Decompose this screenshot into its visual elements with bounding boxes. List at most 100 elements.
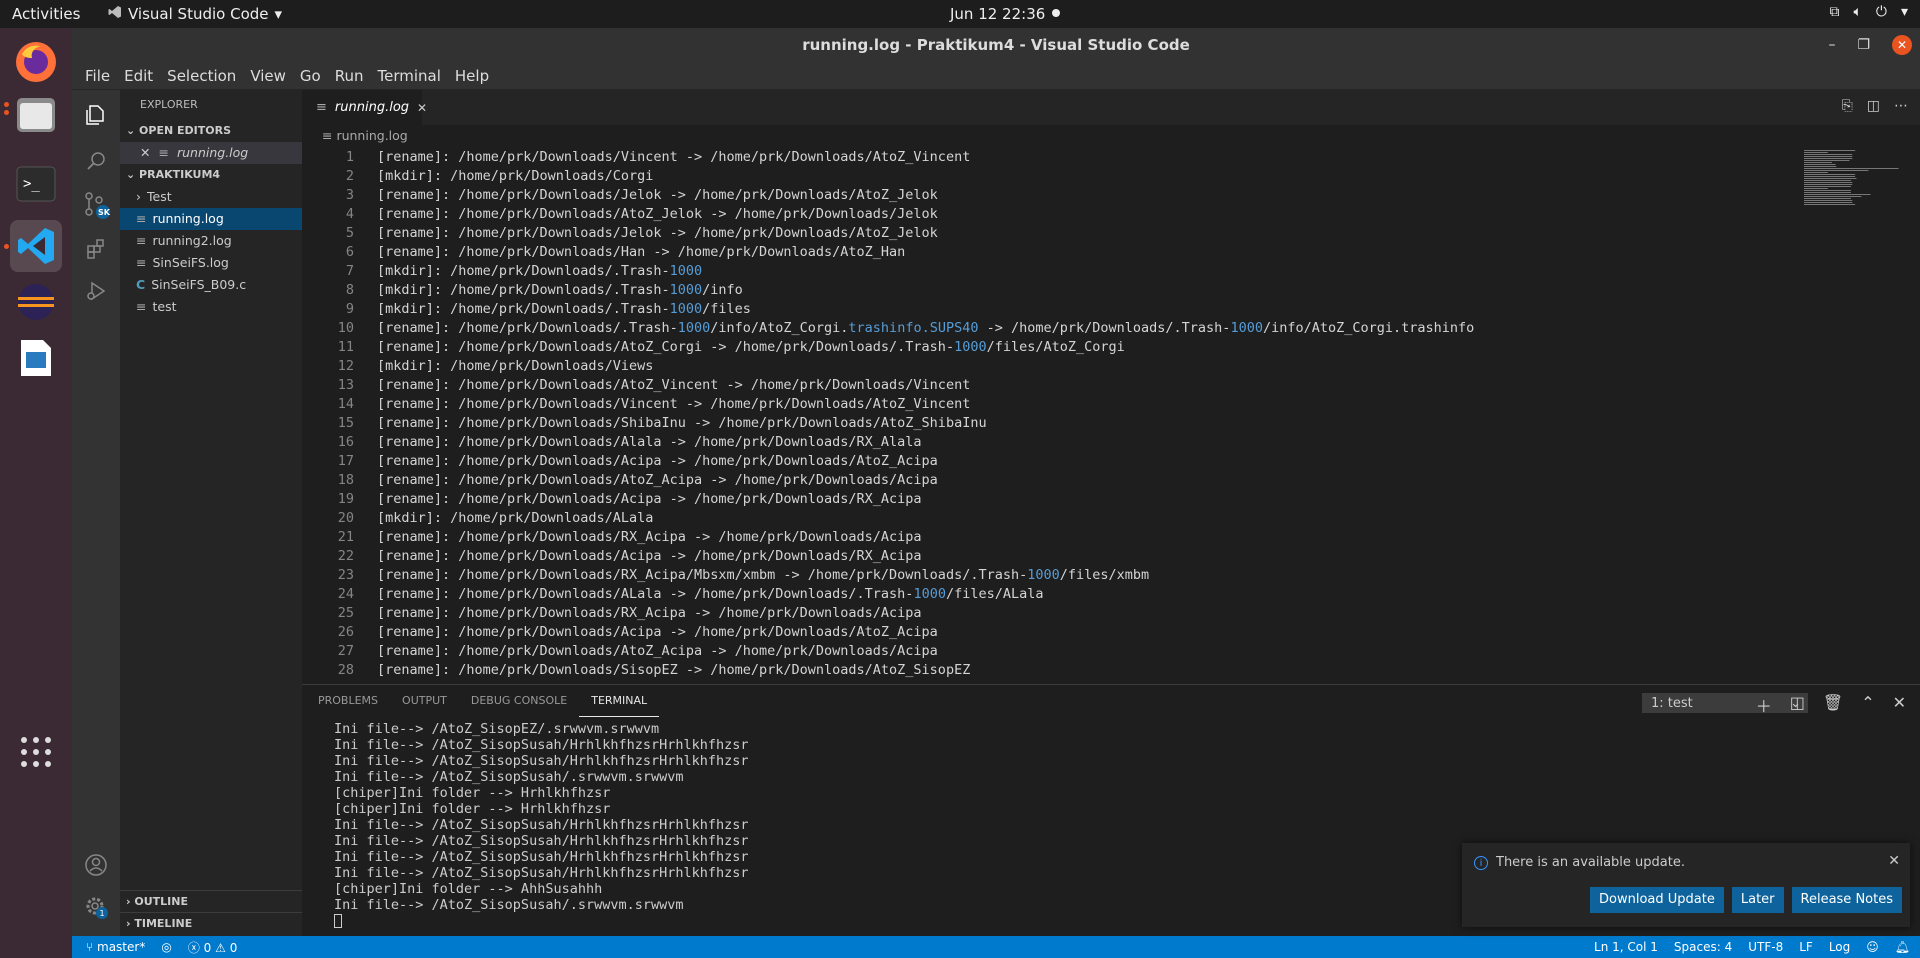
open-changes-icon[interactable]: ⎘	[1842, 98, 1853, 114]
tab-running-log[interactable]: ≡ running.log ✕	[302, 90, 427, 125]
code-line[interactable]: 6 [rename]: /home/prk/Downloads/Han -> /h…	[302, 243, 1882, 262]
menu-run[interactable]: Run	[328, 67, 371, 85]
code-line[interactable]: 17 [rename]: /home/prk/Downloads/Acipa ->…	[302, 452, 1882, 471]
code-line[interactable]: 2 [mkdir]: /home/prk/Downloads/Corgi	[302, 167, 1882, 186]
project-section[interactable]: ⌄ PRAKTIKUM4	[120, 164, 302, 186]
code-line[interactable]: 27 [rename]: /home/prk/Downloads/AtoZ_Aci…	[302, 642, 1882, 661]
code-area[interactable]: 1 [rename]: /home/prk/Downloads/Vincent -…	[302, 148, 1882, 678]
clock[interactable]: Jun 12 22:36	[950, 5, 1045, 23]
later-button[interactable]: Later	[1731, 887, 1784, 913]
code-line[interactable]: 11 [rename]: /home/prk/Downloads/AtoZ_Cor…	[302, 338, 1882, 357]
cursor-position[interactable]: Ln 1, Col 1	[1594, 940, 1658, 954]
file-item[interactable]: ≡ SinSeiFS.log	[120, 252, 302, 274]
menu-file[interactable]: File	[78, 67, 117, 85]
close-icon[interactable]: ✕	[140, 142, 150, 164]
system-tray[interactable]: ⧉ 🔈︎ ⏻ ▾	[1829, 4, 1908, 20]
close-icon[interactable]: ✕	[417, 101, 427, 115]
code-line[interactable]: 10 [rename]: /home/prk/Downloads/.Trash-1…	[302, 319, 1882, 338]
code-line[interactable]: 5 [rename]: /home/prk/Downloads/Jelok -> …	[302, 224, 1882, 243]
terminal-launcher[interactable]: >_	[10, 158, 62, 210]
tab-debug-console[interactable]: DEBUG CONSOLE	[459, 685, 579, 717]
search-icon[interactable]	[81, 146, 111, 176]
code-line[interactable]: 28 [rename]: /home/prk/Downloads/SisopEZ …	[302, 661, 1882, 680]
accounts-icon[interactable]	[81, 850, 111, 880]
code-line[interactable]: 7 [mkdir]: /home/prk/Downloads/.Trash-100…	[302, 262, 1882, 281]
code-line[interactable]: 26 [rename]: /home/prk/Downloads/Acipa ->…	[302, 623, 1882, 642]
terminal-cursor-line[interactable]	[334, 913, 749, 929]
close-icon[interactable]: ✕	[1888, 853, 1900, 869]
terminal-output[interactable]: Ini file--> /AtoZ_SisopEZ/.srwwvm.srwwvm…	[334, 721, 749, 929]
more-actions-icon[interactable]: ⋯	[1894, 98, 1908, 114]
file-item[interactable]: ≡ running2.log	[120, 230, 302, 252]
code-line[interactable]: 3 [rename]: /home/prk/Downloads/Jelok -> …	[302, 186, 1882, 205]
release-notes-button[interactable]: Release Notes	[1791, 887, 1902, 913]
eclipse-launcher[interactable]	[10, 276, 62, 328]
activities-button[interactable]: Activities	[12, 5, 80, 23]
code-line[interactable]: 8 [mkdir]: /home/prk/Downloads/.Trash-100…	[302, 281, 1882, 300]
breadcrumb[interactable]: ≡ running.log	[302, 125, 1920, 147]
show-applications-button[interactable]	[10, 726, 62, 778]
volume-icon[interactable]: 🔈︎	[1853, 4, 1861, 20]
encoding[interactable]: UTF-8	[1748, 940, 1783, 954]
code-line[interactable]: 12 [mkdir]: /home/prk/Downloads/Views	[302, 357, 1882, 376]
code-line[interactable]: 18 [rename]: /home/prk/Downloads/AtoZ_Aci…	[302, 471, 1882, 490]
menu-selection[interactable]: Selection	[160, 67, 243, 85]
code-line[interactable]: 20 [mkdir]: /home/prk/Downloads/ALala	[302, 509, 1882, 528]
firefox-launcher[interactable]	[10, 36, 62, 88]
window-titlebar[interactable]: running.log - Praktikum4 - Visual Studio…	[72, 28, 1920, 62]
close-icon[interactable]: ✕	[1892, 35, 1912, 55]
explorer-icon[interactable]	[81, 100, 111, 130]
live-share-icon[interactable]: ◎	[161, 940, 171, 954]
code-line[interactable]: 14 [rename]: /home/prk/Downloads/Vincent …	[302, 395, 1882, 414]
tab-problems[interactable]: PROBLEMS	[306, 685, 390, 717]
end-of-line[interactable]: LF	[1799, 940, 1813, 954]
restore-icon[interactable]: ❐	[1857, 28, 1870, 62]
code-line[interactable]: 23 [rename]: /home/prk/Downloads/RX_Acipa…	[302, 566, 1882, 585]
download-update-button[interactable]: Download Update	[1590, 887, 1724, 913]
extensions-icon[interactable]	[81, 234, 111, 264]
code-line[interactable]: 1 [rename]: /home/prk/Downloads/Vincent -…	[302, 148, 1882, 167]
feedback-icon[interactable]: ☺	[1866, 940, 1879, 954]
files-launcher[interactable]	[4, 88, 62, 140]
settings-gear-icon[interactable]: 1	[81, 892, 111, 922]
power-icon[interactable]: ⏻	[1876, 4, 1887, 20]
split-terminal-icon[interactable]: ◫	[1790, 693, 1805, 717]
tab-terminal[interactable]: TERMINAL	[579, 685, 660, 717]
code-line[interactable]: 21 [rename]: /home/prk/Downloads/RX_Acipa…	[302, 528, 1882, 547]
code-line[interactable]: 9 [mkdir]: /home/prk/Downloads/.Trash-100…	[302, 300, 1882, 319]
minimize-icon[interactable]: –	[1828, 28, 1835, 62]
open-editors-section[interactable]: ⌄ OPEN EDITORS	[120, 120, 302, 142]
file-item[interactable]: ≡ test	[120, 296, 302, 318]
code-line[interactable]: 13 [rename]: /home/prk/Downloads/AtoZ_Vin…	[302, 376, 1882, 395]
code-line[interactable]: 15 [rename]: /home/prk/Downloads/ShibaInu…	[302, 414, 1882, 433]
network-icon[interactable]: ⧉	[1829, 4, 1839, 20]
menu-terminal[interactable]: Terminal	[371, 67, 448, 85]
code-line[interactable]: 24 [rename]: /home/prk/Downloads/ALala ->…	[302, 585, 1882, 604]
open-editor-item[interactable]: ✕ ≡ running.log	[120, 142, 302, 164]
file-item[interactable]: C SinSeiFS_B09.c	[120, 274, 302, 296]
code-line[interactable]: 16 [rename]: /home/prk/Downloads/Alala ->…	[302, 433, 1882, 452]
maximize-panel-icon[interactable]: ⌃	[1861, 693, 1874, 717]
code-line[interactable]: 22 [rename]: /home/prk/Downloads/Acipa ->…	[302, 547, 1882, 566]
menu-go[interactable]: Go	[293, 67, 328, 85]
code-line[interactable]: 19 [rename]: /home/prk/Downloads/Acipa ->…	[302, 490, 1882, 509]
indentation[interactable]: Spaces: 4	[1674, 940, 1732, 954]
close-panel-icon[interactable]: ✕	[1893, 693, 1906, 717]
trash-icon[interactable]: 🗑︎	[1823, 693, 1843, 717]
new-terminal-icon[interactable]: ＋	[1756, 693, 1772, 717]
tab-output[interactable]: OUTPUT	[390, 685, 459, 717]
menu-view[interactable]: View	[243, 67, 293, 85]
app-menu[interactable]: Visual Studio Code ▾	[108, 5, 282, 23]
run-debug-icon[interactable]	[81, 276, 111, 306]
branch-indicator[interactable]: ⑂ master*	[86, 940, 145, 954]
file-item[interactable]: ≡ running.log	[120, 208, 302, 230]
folder-item[interactable]: › Test	[120, 186, 302, 208]
outline-section[interactable]: › OUTLINE	[120, 890, 302, 913]
code-line[interactable]: 4 [rename]: /home/prk/Downloads/AtoZ_Jelo…	[302, 205, 1882, 224]
split-editor-icon[interactable]: ◫	[1867, 98, 1880, 114]
notifications-bell-icon[interactable]: 🔔︎	[1895, 940, 1910, 954]
problems-indicator[interactable]: ⓧ 0 ⚠ 0	[188, 939, 238, 956]
timeline-section[interactable]: › TIMELINE	[120, 912, 302, 935]
menu-help[interactable]: Help	[448, 67, 496, 85]
source-control-icon[interactable]: SK	[81, 190, 111, 220]
